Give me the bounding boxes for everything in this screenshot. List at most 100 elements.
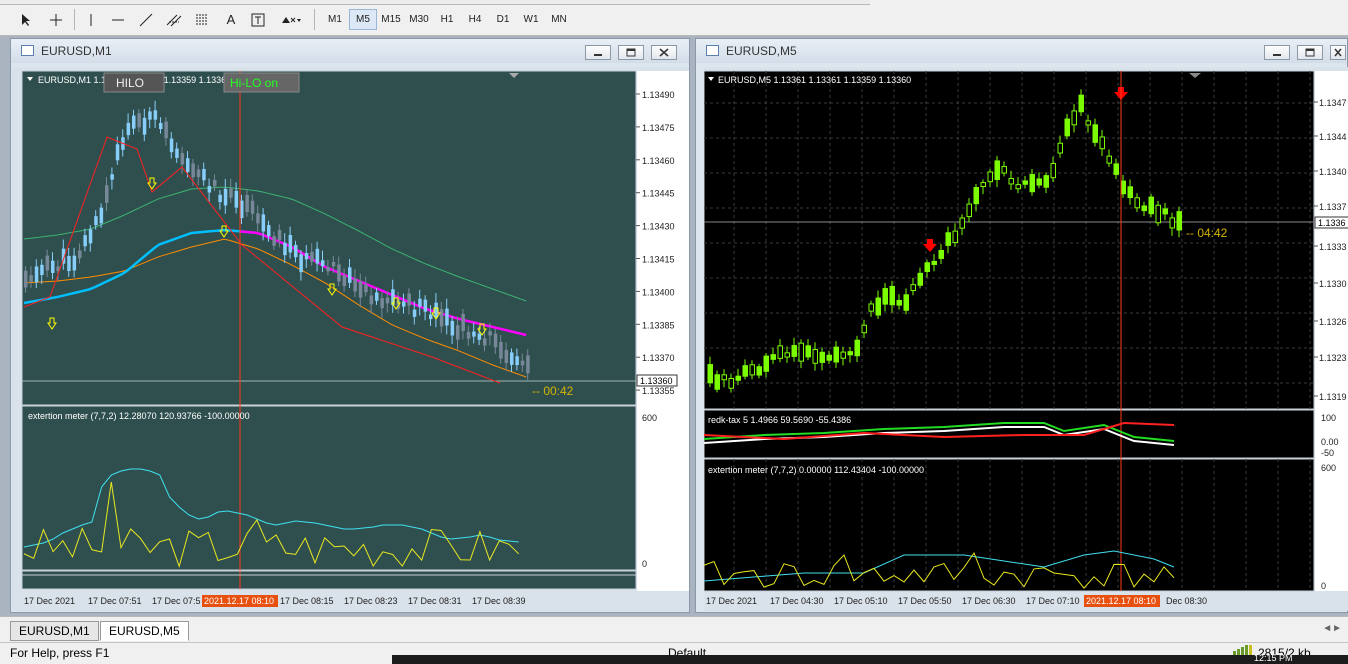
crosshair-icon[interactable] bbox=[46, 9, 66, 30]
candle-body bbox=[326, 267, 330, 272]
candle-body bbox=[1043, 175, 1049, 188]
window-titlebar[interactable]: EURUSD,M5 bbox=[696, 39, 1347, 63]
price-axis-bg bbox=[1315, 71, 1348, 591]
candle-body bbox=[132, 115, 136, 129]
time-marker-label: 2021.12.17 08:10 bbox=[204, 596, 274, 606]
candle-body bbox=[272, 236, 276, 246]
text-tool-icon[interactable]: A bbox=[222, 9, 240, 30]
candle-body bbox=[994, 160, 1000, 181]
candle-body bbox=[1169, 217, 1175, 229]
indicator-panel-bg bbox=[21, 405, 637, 571]
candle-body bbox=[72, 255, 77, 271]
candle-body bbox=[917, 272, 923, 286]
status-help-text: For Help, press F1 bbox=[10, 646, 110, 660]
candle-body bbox=[488, 331, 492, 336]
candle-body bbox=[375, 292, 379, 301]
timeframe-h1-button[interactable]: H1 bbox=[433, 9, 461, 30]
candle-body bbox=[477, 333, 482, 340]
candle-body bbox=[924, 262, 930, 272]
chart-window-eurusd-m5[interactable]: EURUSD,M5 1.1347 1.1344 1.1340 1.1337 1.1333… bbox=[695, 38, 1348, 613]
price-chart-m1[interactable]: 1.13490 1.13475 1.13460 1.13445 1.13430 1.134… bbox=[12, 67, 689, 611]
candle-body bbox=[256, 213, 260, 224]
candle-body bbox=[1120, 180, 1126, 195]
tab-eurusd-m1[interactable]: EURUSD,M1 bbox=[10, 621, 99, 641]
timeframe-w1-button[interactable]: W1 bbox=[517, 9, 545, 30]
price-chart-m5[interactable]: 1.1347 1.1344 1.1340 1.1337 1.1333 1.1330 1.13… bbox=[704, 67, 1348, 611]
candle-body bbox=[910, 284, 916, 291]
fibonacci-icon[interactable] bbox=[192, 9, 212, 30]
candle-body bbox=[798, 342, 804, 362]
toolbar: A M1 M5 M15 M30 H1 H4 D1 W1 MN bbox=[0, 0, 1348, 36]
chart-window-eurusd-m1[interactable]: EURUSD,M1 1.13490 1.13475 1.13460 1.13445 1.… bbox=[10, 38, 690, 613]
chart-workspace: EURUSD,M1 1.13490 1.13475 1.13460 1.13445 1.… bbox=[0, 36, 1348, 616]
channel-icon[interactable] bbox=[164, 9, 184, 30]
candle-body bbox=[987, 171, 993, 183]
candle-body bbox=[142, 117, 147, 135]
candle-body bbox=[218, 194, 222, 203]
candle-body bbox=[526, 355, 530, 374]
candle-body bbox=[51, 260, 55, 273]
candle-body bbox=[1022, 180, 1028, 185]
candle-body bbox=[213, 179, 217, 187]
chart-window-icon bbox=[706, 45, 719, 56]
candle-body bbox=[1085, 120, 1091, 126]
minimize-button[interactable] bbox=[585, 45, 611, 60]
candle-body bbox=[261, 214, 266, 232]
cursor-icon[interactable] bbox=[16, 9, 36, 30]
minimize-button[interactable] bbox=[1264, 45, 1290, 60]
candle-body bbox=[105, 185, 109, 203]
candle-body bbox=[67, 256, 71, 272]
price-tick-label: 1.13400 bbox=[642, 287, 675, 297]
price-tick-label: 1.13445 bbox=[642, 189, 675, 199]
timeframe-m15-button[interactable]: M15 bbox=[377, 9, 405, 30]
candle-body bbox=[445, 308, 449, 326]
candle-body bbox=[159, 122, 163, 130]
time-axis-label: 17 Dec 07:10 bbox=[1026, 596, 1080, 606]
close-button[interactable] bbox=[1330, 45, 1346, 60]
candle-body bbox=[466, 331, 471, 339]
timeframe-m1-button[interactable]: M1 bbox=[321, 9, 349, 30]
candle-body bbox=[504, 349, 509, 363]
timeframe-m30-button[interactable]: M30 bbox=[405, 9, 433, 30]
candle-body bbox=[520, 360, 525, 366]
candle-body bbox=[735, 375, 741, 381]
timeframe-h4-button[interactable]: H4 bbox=[461, 9, 489, 30]
time-axis-label: 17 Dec 08:23 bbox=[344, 596, 398, 606]
price-tick-label: 1.13460 bbox=[642, 156, 675, 166]
indicator1-scale-label: -50 bbox=[1321, 448, 1334, 458]
timeframe-d1-button[interactable]: D1 bbox=[489, 9, 517, 30]
candle-body bbox=[78, 250, 82, 259]
tab-eurusd-m5[interactable]: EURUSD,M5 bbox=[100, 621, 189, 641]
candle-body bbox=[980, 182, 986, 187]
timeframe-mn-button[interactable]: MN bbox=[545, 9, 573, 30]
tabs-scroll-icon[interactable]: ◄► bbox=[1322, 623, 1342, 634]
candle-body bbox=[331, 261, 336, 267]
candle-body bbox=[510, 352, 514, 365]
candle-body bbox=[83, 235, 87, 247]
candle-body bbox=[931, 260, 937, 265]
horizontal-line-icon[interactable] bbox=[108, 9, 128, 30]
price-tick-label: 1.13490 bbox=[642, 90, 675, 100]
timeframe-m5-button[interactable]: M5 bbox=[349, 9, 377, 30]
window-titlebar[interactable]: EURUSD,M1 bbox=[11, 39, 689, 63]
arrows-dropdown-icon[interactable] bbox=[278, 9, 304, 30]
candle-body bbox=[1106, 155, 1112, 164]
maximize-button[interactable] bbox=[1297, 45, 1323, 60]
candle-body bbox=[1036, 178, 1042, 186]
candle-body bbox=[164, 121, 168, 139]
close-button[interactable] bbox=[651, 45, 677, 60]
candle-body bbox=[380, 298, 384, 309]
candle-body bbox=[896, 299, 902, 306]
maximize-button[interactable] bbox=[618, 45, 644, 60]
time-axis-label: 17 Dec 06:30 bbox=[962, 596, 1016, 606]
trendline-icon[interactable] bbox=[136, 9, 156, 30]
time-axis-label: 17 Dec 04:30 bbox=[770, 596, 824, 606]
candle-body bbox=[875, 297, 881, 316]
candle-body bbox=[1134, 197, 1140, 209]
candle-body bbox=[94, 216, 98, 226]
candle-body bbox=[1113, 163, 1119, 175]
candle-body bbox=[40, 264, 44, 276]
vertical-line-icon[interactable] bbox=[82, 9, 100, 30]
candle-body bbox=[938, 249, 944, 259]
text-label-icon[interactable] bbox=[248, 9, 268, 30]
